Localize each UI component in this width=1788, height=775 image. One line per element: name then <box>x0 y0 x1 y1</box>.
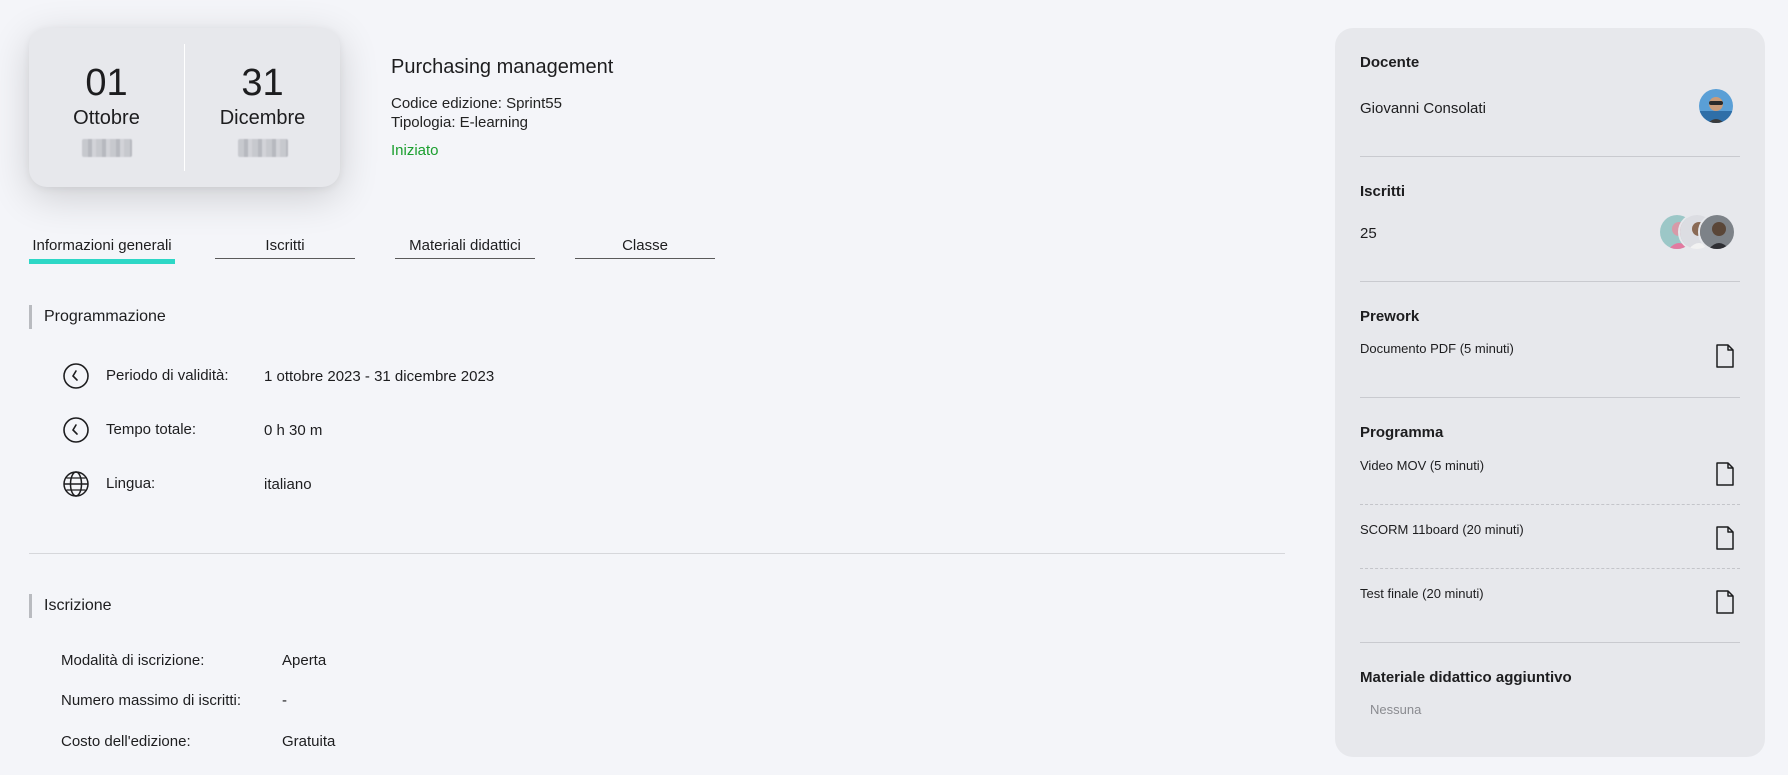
max-enrolled-value: - <box>282 692 287 709</box>
document-icon[interactable] <box>1715 462 1735 486</box>
materiale-title: Materiale didattico aggiuntivo <box>1360 669 1572 686</box>
clock-icon <box>63 417 89 443</box>
edition-cost-value: Gratuita <box>282 733 336 750</box>
end-year-redacted <box>237 139 288 157</box>
item-divider <box>1360 568 1740 569</box>
total-time-value: 0 h 30 m <box>264 422 323 439</box>
tab-materiali-didattici[interactable]: Materiali didattici <box>395 237 535 259</box>
edition-code: Codice edizione: Sprint55 <box>391 95 562 112</box>
start-date: 01 Ottobre <box>29 28 184 187</box>
programma-title: Programma <box>1360 424 1444 441</box>
language-label: Lingua: <box>106 475 156 492</box>
document-icon[interactable] <box>1715 344 1735 368</box>
clock-icon <box>63 363 89 389</box>
tab-iscritti[interactable]: Iscritti <box>215 237 355 259</box>
iscritti-count: 25 <box>1360 225 1377 242</box>
language-value: italiano <box>264 476 312 493</box>
item-divider <box>1360 504 1740 505</box>
panel-divider <box>1360 397 1740 398</box>
panel-divider <box>1360 642 1740 643</box>
section-divider <box>29 553 1285 554</box>
course-title: Purchasing management <box>391 56 614 78</box>
side-panel: Docente Giovanni Consolati Iscritti 25 P… <box>1335 28 1765 757</box>
section-iscrizione: Iscrizione <box>29 594 112 618</box>
programma-item[interactable]: SCORM 11board (20 minuti) <box>1360 522 1524 537</box>
panel-divider <box>1360 156 1740 157</box>
max-enrolled-label: Numero massimo di iscritti: <box>61 692 242 709</box>
document-icon[interactable] <box>1715 590 1735 614</box>
end-day: 31 <box>241 62 284 104</box>
document-icon[interactable] <box>1715 526 1735 550</box>
start-month: Ottobre <box>73 107 140 129</box>
validity-value: 1 ottobre 2023 - 31 dicembre 2023 <box>264 368 495 385</box>
status-badge: Iniziato <box>391 142 439 159</box>
panel-divider <box>1360 281 1740 282</box>
prework-title: Prework <box>1360 308 1420 325</box>
iscritti-title: Iscritti <box>1360 183 1406 200</box>
total-time-label: Tempo totale: <box>106 421 197 438</box>
programma-item[interactable]: Test finale (20 minuti) <box>1360 586 1484 601</box>
edition-cost-label: Costo dell'edizione: <box>61 733 191 750</box>
globe-icon <box>63 471 89 497</box>
docente-title: Docente <box>1360 54 1420 71</box>
course-type: Tipologia: E-learning <box>391 114 529 131</box>
docente-avatar[interactable] <box>1697 87 1735 125</box>
validity-label: Periodo di validità: <box>106 367 229 384</box>
registration-mode-value: Aperta <box>282 652 327 669</box>
tab-informazioni-generali[interactable]: Informazioni generali <box>29 237 175 264</box>
end-date: 31 Dicembre <box>185 28 340 187</box>
registration-mode-label: Modalità di iscrizione: <box>61 652 205 669</box>
start-year-redacted <box>81 139 132 157</box>
docente-name: Giovanni Consolati <box>1360 100 1486 117</box>
materiale-empty: Nessuna <box>1370 702 1422 717</box>
date-card: 01 Ottobre 31 Dicembre <box>29 28 340 187</box>
start-day: 01 <box>85 62 128 104</box>
programma-item[interactable]: Video MOV (5 minuti) <box>1360 458 1484 473</box>
section-programmazione: Programmazione <box>29 305 166 329</box>
enrolled-avatar[interactable] <box>1698 213 1736 251</box>
prework-item[interactable]: Documento PDF (5 minuti) <box>1360 341 1514 356</box>
tab-classe[interactable]: Classe <box>575 237 715 259</box>
end-month: Dicembre <box>219 107 306 129</box>
